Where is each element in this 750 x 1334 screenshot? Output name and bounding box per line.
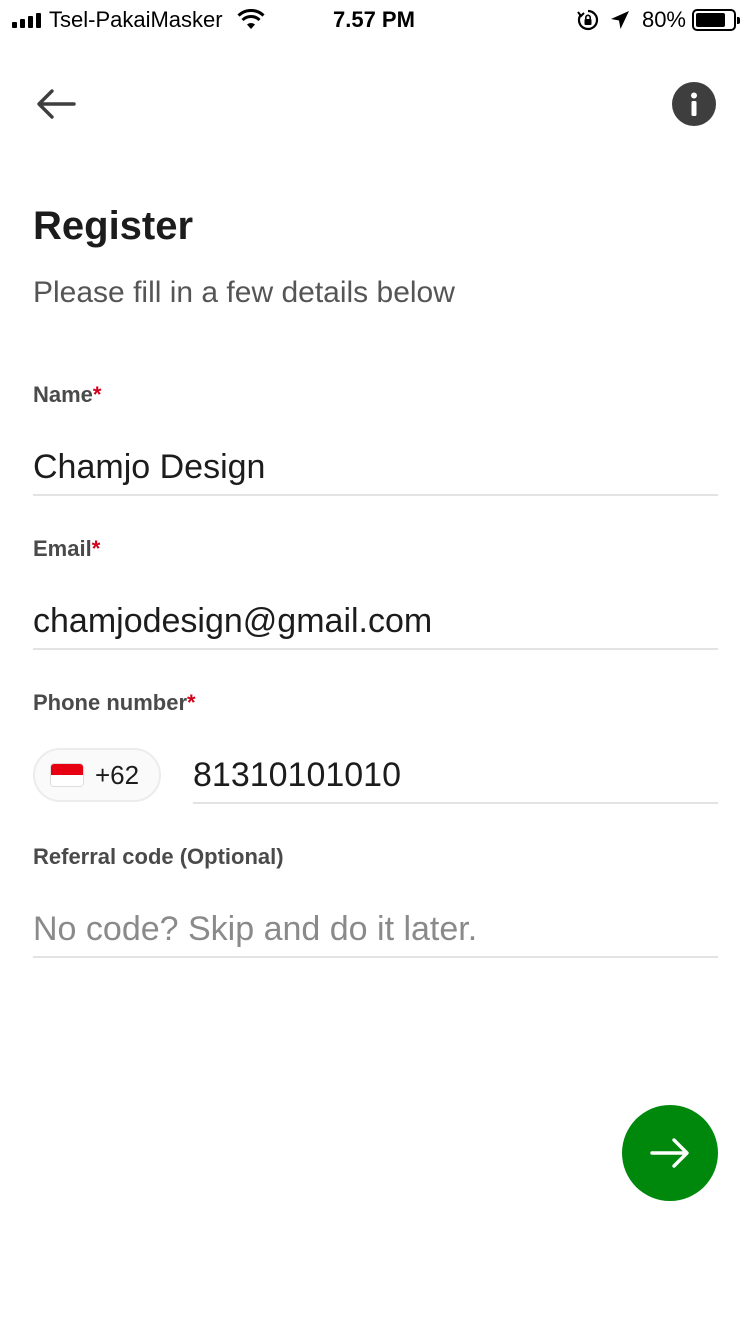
name-label-text: Name [33, 382, 93, 407]
battery-fill [696, 13, 725, 27]
flag-white-stripe [51, 775, 83, 786]
info-icon [691, 92, 697, 116]
wifi-icon [237, 9, 265, 29]
status-right: 80% [576, 6, 740, 34]
country-code-selector[interactable]: +62 [33, 748, 161, 802]
battery-cap [737, 17, 740, 24]
phone-number-field[interactable] [193, 748, 718, 804]
flag-red-stripe [51, 764, 83, 775]
email-field[interactable] [33, 594, 718, 650]
status-time: 7.57 PM [333, 7, 415, 32]
page-subtitle: Please fill in a few details below [33, 276, 455, 309]
signal-icon [12, 12, 41, 28]
phone-label-text: Phone number [33, 690, 188, 715]
arrow-left-icon [37, 89, 76, 119]
rotation-lock-icon [577, 9, 599, 31]
indonesia-flag-icon [51, 764, 83, 786]
required-mark: * [92, 382, 102, 407]
referral-code-field[interactable] [33, 902, 718, 958]
back-button[interactable] [34, 84, 78, 124]
country-code-text: +62 [95, 759, 140, 790]
status-bar: Tsel-PakaiMasker 7.57 PM 80% [0, 0, 750, 40]
name-label: Name* [33, 382, 101, 408]
next-button[interactable] [622, 1105, 718, 1201]
phone-label: Phone number* [33, 690, 196, 716]
battery-icon [692, 9, 740, 31]
arrow-right-icon [650, 1138, 689, 1168]
carrier-name: Tsel-PakaiMasker [49, 7, 223, 32]
required-mark: * [91, 536, 101, 561]
name-field[interactable] [33, 440, 718, 496]
email-label: Email* [33, 536, 100, 562]
status-left: Tsel-PakaiMasker [12, 6, 265, 34]
info-button[interactable] [672, 82, 716, 126]
battery-percent: 80% [641, 7, 686, 32]
email-label-text: Email [33, 536, 92, 561]
page-title: Register [33, 204, 194, 248]
required-mark: * [187, 690, 196, 715]
location-icon [610, 11, 629, 29]
referral-label: Referral code (Optional) [33, 844, 284, 869]
